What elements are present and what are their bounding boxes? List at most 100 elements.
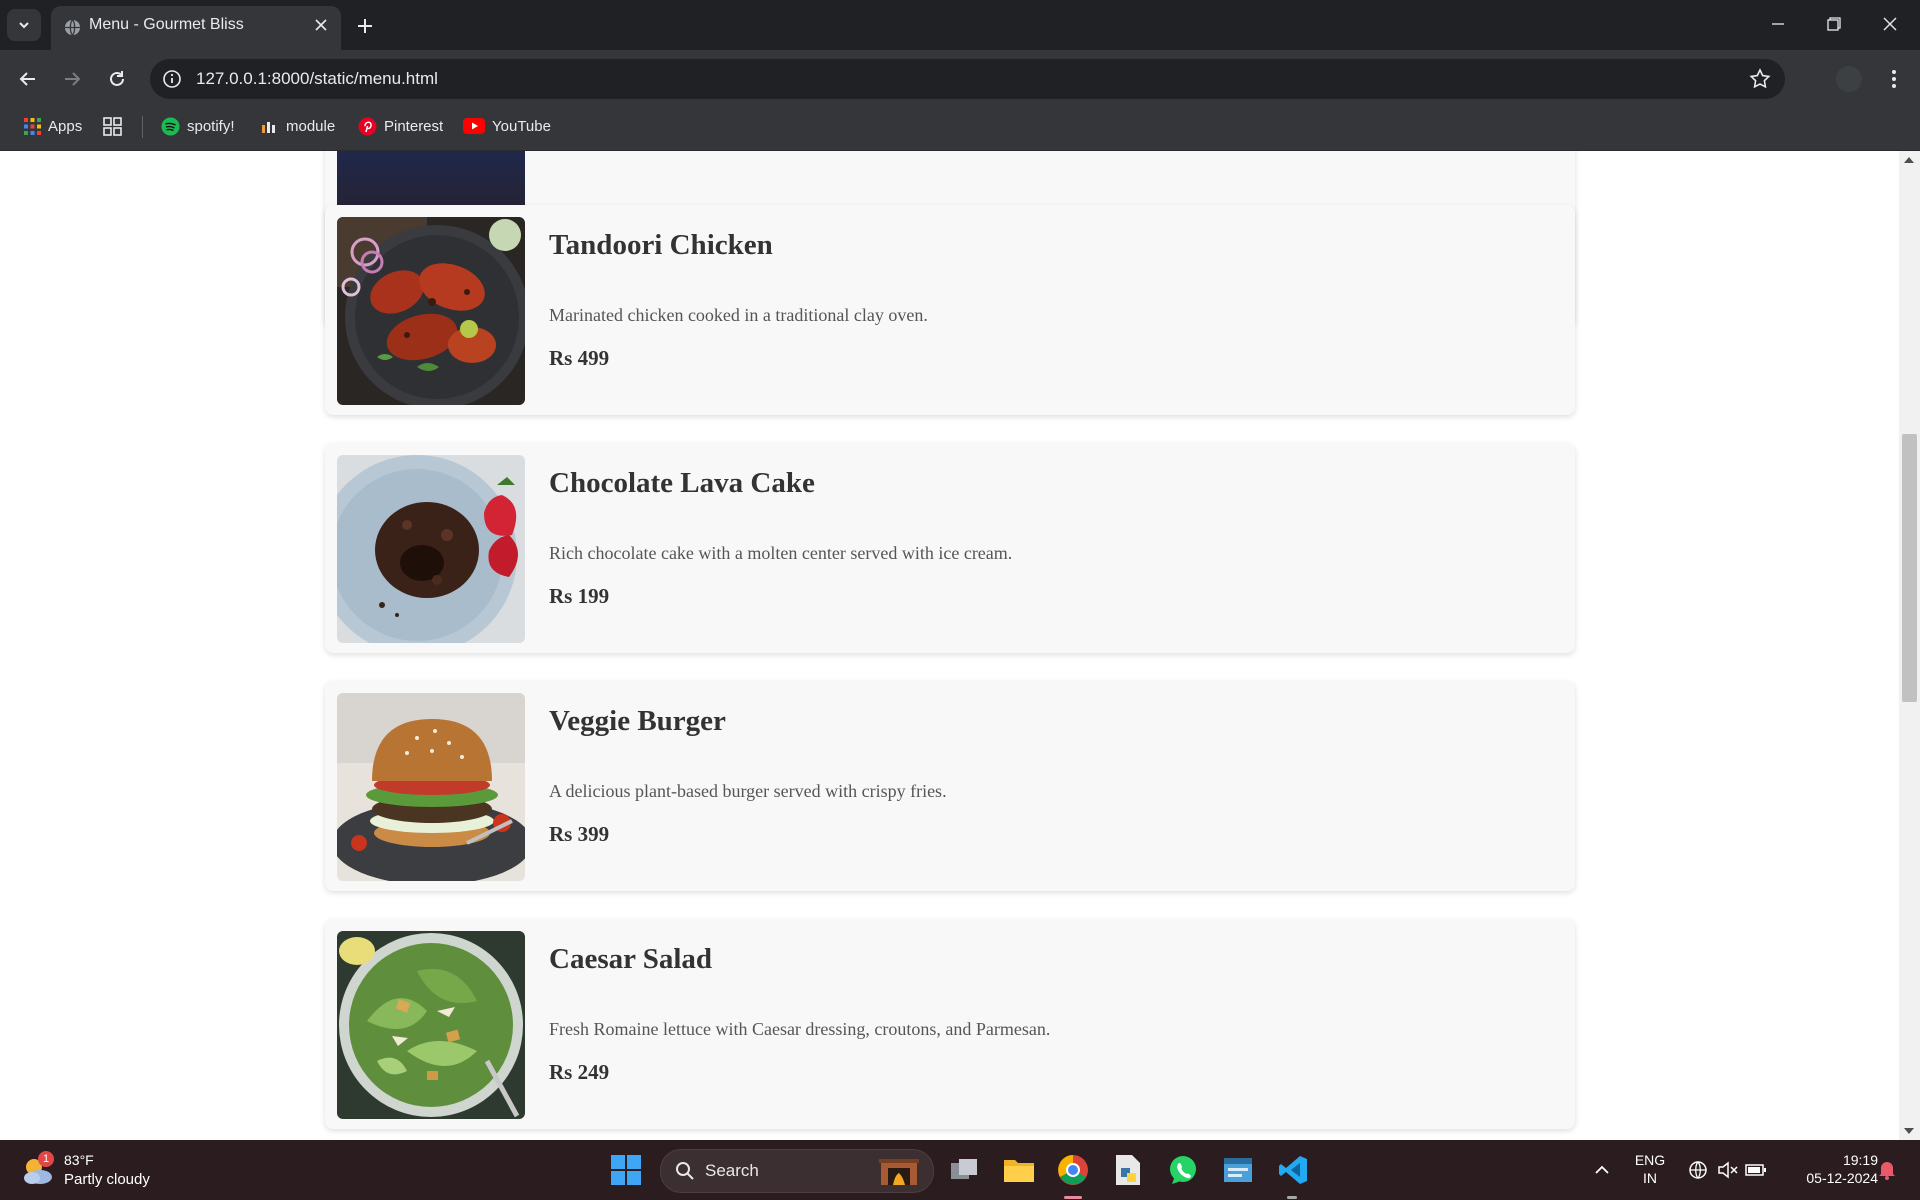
browser-menu-button[interactable]	[1880, 64, 1908, 94]
vscode-icon	[1279, 1156, 1307, 1184]
tab-search-button[interactable]	[7, 9, 41, 41]
minimize-button[interactable]	[1750, 0, 1806, 48]
bookmark-spotify[interactable]: spotify!	[161, 108, 235, 144]
task-view-icon	[951, 1159, 977, 1179]
dish-name: Veggie Burger	[549, 705, 726, 737]
bookmark-label: Apps	[48, 117, 83, 135]
more-vert-icon	[1892, 70, 1896, 88]
apps-grid-icon	[24, 117, 41, 135]
restore-button[interactable]	[1806, 0, 1862, 48]
python-file-icon	[1116, 1155, 1140, 1185]
active-tab[interactable]: Menu - Gourmet Bliss	[51, 6, 341, 50]
clock[interactable]: 19:19 05-12-2024	[1782, 1151, 1878, 1187]
globe-icon	[64, 19, 81, 36]
menu-card: Caesar Salad Fresh Romaine lettuce with …	[325, 919, 1575, 1129]
dish-price: Rs 199	[549, 584, 610, 608]
windows-logo-icon	[611, 1155, 641, 1185]
task-view-button[interactable]	[945, 1151, 983, 1189]
tab-title: Menu - Gourmet Bliss	[89, 16, 244, 33]
folder-icon	[1004, 1160, 1034, 1182]
bookmarks-bar: Apps spotify! module Pinterest YouTube	[0, 108, 1920, 151]
clock-date: 05-12-2024	[1806, 1170, 1878, 1186]
bookmark-tab-groups[interactable]	[103, 108, 122, 144]
page-viewport: Tandoori Chicken Marinated chicken cooke…	[0, 151, 1899, 1140]
app-window-button[interactable]	[1219, 1151, 1257, 1189]
close-icon	[1883, 17, 1897, 31]
dish-price: Rs 499	[549, 346, 610, 370]
restore-icon	[1827, 17, 1841, 31]
open-app-indicator	[1287, 1196, 1297, 1199]
bookmark-label: spotify!	[187, 117, 235, 135]
close-window-button[interactable]	[1862, 0, 1918, 48]
bookmark-label: module	[286, 117, 336, 135]
address-bar[interactable]: 127.0.0.1:8000/static/menu.html	[150, 59, 1785, 99]
search-label: Search	[705, 1161, 759, 1180]
weather-widget[interactable]: 1 83°F Partly cloudy	[20, 1148, 150, 1192]
menu-card: Chocolate Lava Cake Rich chocolate cake …	[325, 443, 1575, 653]
weather-temperature: 83°F	[64, 1152, 94, 1168]
menu-card: Veggie Burger A delicious plant-based bu…	[325, 681, 1575, 891]
dish-price: Rs 399	[549, 822, 610, 846]
forward-button[interactable]	[55, 62, 89, 96]
battery-button[interactable]	[1736, 1151, 1776, 1189]
bookmark-label: YouTube	[492, 117, 551, 135]
battery-icon	[1745, 1164, 1766, 1176]
language-code: ENG	[1634, 1152, 1666, 1168]
back-button[interactable]	[11, 62, 45, 96]
dish-description: A delicious plant-based burger served wi…	[549, 781, 947, 801]
bookmark-apps[interactable]: Apps	[24, 108, 82, 144]
tab-close-button[interactable]	[311, 15, 331, 35]
menu-card: Tandoori Chicken Marinated chicken cooke…	[325, 205, 1575, 415]
arrow-left-icon	[19, 72, 35, 86]
bookmark-module[interactable]: module	[261, 108, 335, 144]
tab-groups-icon	[103, 116, 122, 136]
site-info-icon[interactable]	[162, 69, 182, 89]
veggie-burger-image	[337, 693, 525, 881]
python-file-button[interactable]	[1109, 1151, 1147, 1189]
url-text[interactable]: 127.0.0.1:8000/static/menu.html	[196, 59, 438, 99]
dish-image	[337, 455, 525, 643]
bell-icon	[1879, 1162, 1895, 1180]
dish-image	[337, 931, 525, 1119]
minimize-icon	[1772, 23, 1784, 25]
scroll-up-arrow[interactable]	[1904, 157, 1914, 163]
scrollbar-thumb[interactable]	[1902, 434, 1917, 702]
scroll-down-arrow[interactable]	[1904, 1128, 1914, 1134]
spotify-icon	[161, 117, 180, 135]
bookmark-youtube[interactable]: YouTube	[463, 108, 551, 144]
caesar-salad-image	[337, 931, 525, 1119]
file-explorer-button[interactable]	[1000, 1151, 1038, 1189]
new-tab-button[interactable]	[352, 13, 378, 39]
profile-avatar[interactable]	[1836, 66, 1862, 92]
region-code: IN	[1643, 1170, 1657, 1186]
bookmark-star-icon[interactable]	[1749, 68, 1771, 90]
module-icon	[262, 122, 275, 133]
dish-description: Marinated chicken cooked in a traditiona…	[549, 305, 928, 325]
language-indicator[interactable]: ENG IN	[1630, 1151, 1670, 1187]
dish-description: Fresh Romaine lettuce with Caesar dressi…	[549, 1019, 1051, 1039]
bookmark-pinterest[interactable]: Pinterest	[358, 108, 443, 144]
tab-strip: Menu - Gourmet Bliss	[0, 0, 1920, 50]
tandoori-chicken-image	[337, 217, 525, 405]
fireplace-icon	[879, 1159, 919, 1185]
taskbar-search[interactable]: Search	[660, 1149, 934, 1193]
window-app-icon	[1224, 1158, 1252, 1182]
notifications-button[interactable]	[1867, 1151, 1907, 1189]
dish-name: Caesar Salad	[549, 943, 713, 975]
dish-name: Chocolate Lava Cake	[549, 467, 815, 499]
page-scrollbar[interactable]	[1899, 151, 1920, 1140]
vscode-button[interactable]	[1274, 1151, 1312, 1189]
show-hidden-icons-button[interactable]	[1583, 1151, 1621, 1189]
chrome-icon	[1058, 1155, 1088, 1185]
dish-name: Tandoori Chicken	[549, 229, 773, 261]
whatsapp-button[interactable]	[1164, 1151, 1202, 1189]
dish-image	[337, 217, 525, 405]
pinterest-icon	[358, 117, 377, 135]
reload-button[interactable]	[100, 62, 134, 96]
active-app-indicator	[1064, 1196, 1082, 1199]
start-button[interactable]	[607, 1151, 645, 1189]
plus-icon	[358, 19, 372, 33]
taskbar: 1 83°F Partly cloudy Search ENG IN 19:19…	[0, 1140, 1920, 1200]
chrome-taskbar-button[interactable]	[1054, 1151, 1092, 1189]
search-icon	[676, 1162, 694, 1180]
